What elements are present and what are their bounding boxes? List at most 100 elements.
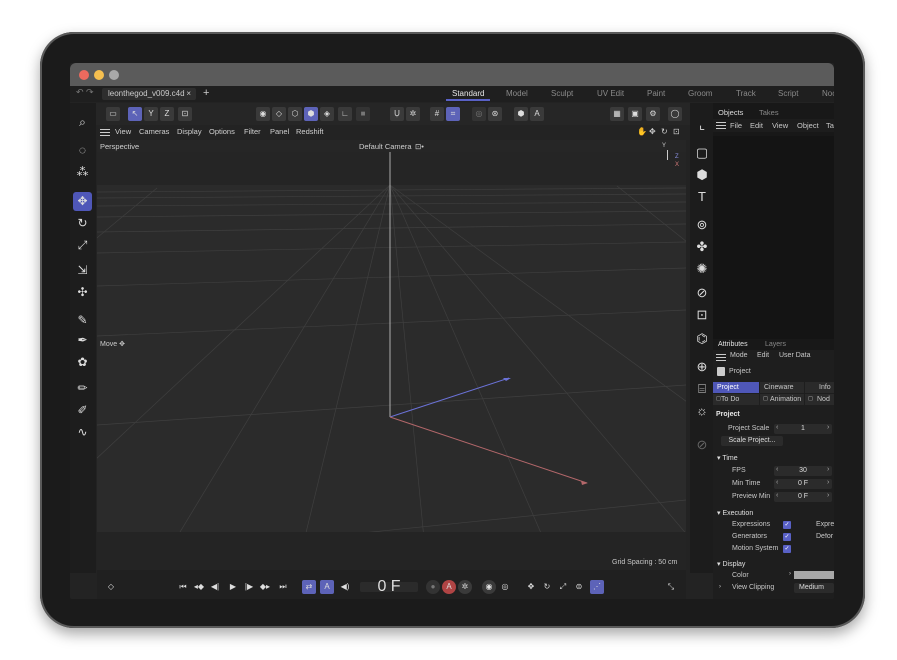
move-view-icon[interactable]: ✥ [649,127,656,136]
solo-mode-icon[interactable]: ◎ [472,107,486,121]
volume-icon[interactable]: ⊡ [692,305,712,325]
axis-mode-icon[interactable]: ∟ [338,107,352,121]
current-frame-field[interactable]: 0 F [360,579,418,595]
user-icon[interactable]: ◯ [668,107,682,121]
min-time-field[interactable]: 0 F [774,479,832,489]
layout-tab-paint[interactable]: Paint [647,89,665,98]
rotate-tool-icon[interactable]: ↻ [73,214,92,233]
objects-menu-tags[interactable]: Ta [826,121,834,130]
camera-name[interactable]: Default Camera [359,142,412,151]
previous-key-icon[interactable]: ◂◆ [192,580,206,594]
move-tool-icon[interactable]: ✥ [73,192,92,211]
spline-sketch-icon[interactable]: ✒ [73,331,92,350]
subtab-project[interactable]: Project [713,382,759,393]
objects-menu-file[interactable]: File [730,121,742,130]
layout-tab-sculpt[interactable]: Sculpt [551,89,573,98]
generator-icon[interactable]: ⊚ [692,215,712,235]
cloner-icon[interactable]: ✤ [692,237,712,257]
motion-system-checkbox[interactable]: ✓ [783,545,791,553]
null-object-icon[interactable]: ⌞ [692,115,712,135]
time-section-header[interactable]: ▾ Time [717,454,738,462]
go-to-end-icon[interactable]: ⏭ [276,580,290,594]
preview-min-increment[interactable]: › [827,492,829,499]
solo-settings-icon[interactable]: ⊛ [488,107,502,121]
execution-section-header[interactable]: ▾ Execution [717,509,753,517]
previous-frame-icon[interactable]: ◀| [208,580,222,594]
axis-y-button[interactable]: Y [144,107,158,121]
scale-key-icon[interactable]: ⤢ [556,580,570,594]
close-window-button[interactable] [79,70,89,80]
attributes-menu-edit[interactable]: Edit [757,352,769,359]
tab-layers[interactable]: Layers [765,341,786,348]
objects-menu-view[interactable]: View [772,121,788,130]
environment-icon[interactable]: ⊕ [692,357,712,377]
object-list[interactable] [713,136,834,339]
points-mode-icon[interactable]: ⬡ [288,107,302,121]
go-to-start-icon[interactable]: ⏮ [176,580,190,594]
project-scale-decrement[interactable]: ‹ [776,424,778,431]
live-selection-icon[interactable]: ◌ [73,141,92,160]
min-time-increment[interactable]: › [827,479,829,486]
menu-filter[interactable]: Filter [244,127,261,136]
cursor-tool-icon[interactable]: ✣ [73,283,92,302]
record-icon[interactable]: ● [426,580,440,594]
view-clipping-dropdown[interactable]: Medium [794,583,834,593]
maximize-view-icon[interactable]: ⊡ [673,127,680,136]
min-time-decrement[interactable]: ‹ [776,479,778,486]
coordinate-system-icon[interactable]: ⊡ [178,107,192,121]
paint-icon[interactable]: ✐ [73,401,92,420]
tweak-mode-icon[interactable]: ■ [356,107,370,121]
snap-settings-icon[interactable]: ✲ [406,107,420,121]
tab-attributes[interactable]: Attributes [718,341,748,348]
play-icon[interactable]: ▶ [226,580,240,594]
brush-icon[interactable]: ✏ [73,379,92,398]
scale-project-button[interactable]: Scale Project... [721,436,783,446]
magnet-icon[interactable]: Ụ [390,107,404,121]
deformer-icon[interactable]: ✺ [692,259,712,279]
preview-min-decrement[interactable]: ‹ [776,492,778,499]
next-frame-icon[interactable]: |▶ [242,580,256,594]
subtab-info[interactable]: Info [805,382,834,393]
axis-z-button[interactable]: Z [160,107,174,121]
select-tool-icon[interactable]: ↖ [128,107,142,121]
object-mode-icon[interactable]: ⬢ [304,107,318,121]
zoom-window-button[interactable] [109,70,119,80]
mesh-mode-icon[interactable]: ◇ [272,107,286,121]
menu-view[interactable]: View [115,127,131,136]
loop-icon[interactable]: ⇄ [302,580,316,594]
layout-tab-nodes[interactable]: Noc [822,89,834,98]
project-scale-increment[interactable]: › [827,424,829,431]
next-key-icon[interactable]: ◆▸ [258,580,272,594]
move-hud-icon[interactable]: ✥ [119,341,125,348]
tag-icon[interactable]: ⊘ [692,435,712,455]
color-swatch[interactable] [794,571,834,579]
point-level-icon[interactable]: ⋰ [590,580,604,594]
field-icon[interactable]: ⊘ [692,283,712,303]
scheme-icon[interactable]: ◎ [498,580,512,594]
playback-range-icon[interactable]: A [320,580,334,594]
objects-menu-edit[interactable]: Edit [750,121,763,130]
menu-redshift[interactable]: Redshift [296,127,324,136]
camera-link-icon[interactable]: ⊡• [415,142,424,151]
menu-cameras[interactable]: Cameras [139,127,169,136]
fps-increment[interactable]: › [827,466,829,473]
render-preview-icon[interactable]: ⬢ [514,107,528,121]
param-key-icon[interactable]: ⊜ [572,580,586,594]
cube-icon[interactable]: ⬢ [692,165,712,185]
spline-arc-icon[interactable]: ∿ [73,423,92,442]
attributes-menu-user-data[interactable]: User Data [779,352,811,359]
model-mode-icon[interactable]: ◉ [256,107,270,121]
spline-smooth-icon[interactable]: ✿ [73,353,92,372]
attributes-menu-mode[interactable]: Mode [730,352,748,359]
pan-icon[interactable]: ✋ [637,127,647,136]
expressions-checkbox[interactable]: ✓ [783,521,791,529]
render-view-icon[interactable]: ▦ [610,107,624,121]
scale-tool-icon[interactable]: ⤢ [73,236,92,255]
fps-decrement[interactable]: ‹ [776,466,778,473]
minimize-window-button[interactable] [94,70,104,80]
autokey-icon[interactable]: A [442,580,456,594]
text-object-icon[interactable]: T [692,187,712,207]
light-icon[interactable]: ☼ [692,401,712,421]
attributes-menu-icon[interactable] [716,354,726,361]
render-settings-icon[interactable]: ⚙ [646,107,660,121]
